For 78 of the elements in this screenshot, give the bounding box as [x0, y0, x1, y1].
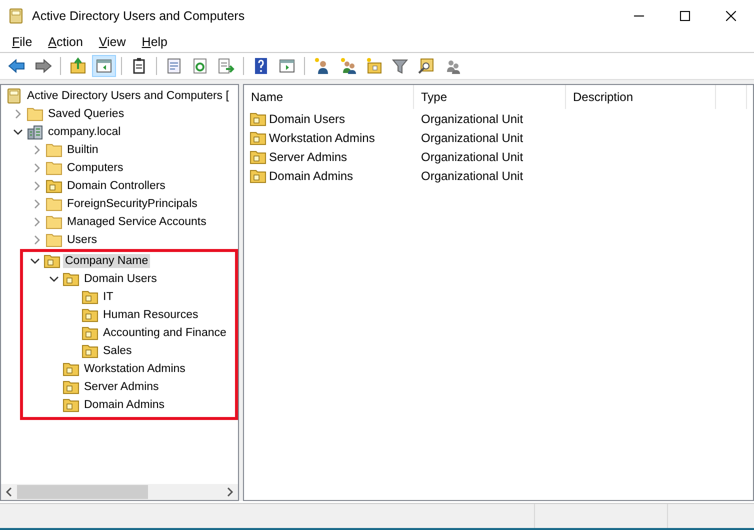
- ou-folder-icon: [63, 272, 79, 286]
- scroll-left-icon[interactable]: [5, 487, 13, 497]
- export-icon: [217, 57, 235, 75]
- ou-folder-icon: [250, 150, 266, 164]
- toolbar-console-tree-button[interactable]: [92, 55, 116, 77]
- folder-icon: [46, 233, 62, 247]
- tree-item[interactable]: Domain Admins: [82, 398, 167, 412]
- tree-item[interactable]: Domain Controllers: [65, 179, 168, 193]
- domain-icon: [27, 124, 43, 140]
- window-title: Active Directory Users and Computers: [32, 9, 245, 23]
- column-header[interactable]: Type: [414, 85, 566, 109]
- menu-item[interactable]: Help: [134, 35, 176, 49]
- new-user-icon: [313, 57, 331, 75]
- list-item-type: Organizational Unit: [420, 168, 524, 182]
- tree-item[interactable]: Domain Users: [82, 272, 159, 286]
- scroll-right-icon[interactable]: [226, 487, 234, 497]
- console-icon: [6, 88, 22, 104]
- new-group-icon: [339, 57, 357, 75]
- ou-folder-icon: [82, 344, 98, 358]
- console-tree-icon: [95, 57, 113, 75]
- tree-item[interactable]: Builtin: [65, 143, 100, 157]
- folder-icon: [27, 107, 43, 121]
- refresh-icon: [191, 57, 209, 75]
- filter-icon: [391, 57, 409, 75]
- list-item-type: Organizational Unit: [420, 130, 524, 144]
- tree-item[interactable]: Sales: [101, 344, 134, 358]
- list-item-type: Organizational Unit: [420, 150, 524, 164]
- close-icon: [726, 11, 736, 21]
- app-icon: [8, 8, 24, 24]
- properties-icon: [165, 57, 183, 75]
- tree-item[interactable]: Server Admins: [82, 380, 161, 394]
- help-icon: [252, 57, 270, 75]
- column-header[interactable]: Description: [566, 85, 716, 109]
- horizontal-scrollbar[interactable]: [1, 484, 238, 500]
- back-icon: [8, 57, 26, 75]
- scrollbar-thumb[interactable]: [17, 485, 148, 499]
- tree-item[interactable]: ForeignSecurityPrincipals: [65, 197, 200, 211]
- menu-item[interactable]: View: [90, 35, 134, 49]
- up-folder-icon: [69, 57, 87, 75]
- new-ou-icon: [365, 57, 383, 75]
- maximize-icon: [680, 11, 690, 21]
- ou-folder-icon: [63, 398, 79, 412]
- list-item-name[interactable]: Domain Users: [269, 112, 346, 126]
- folder-icon: [46, 197, 62, 211]
- ou-folder-icon: [82, 290, 98, 304]
- ou-folder-icon: [63, 362, 79, 376]
- folder-icon: [46, 215, 62, 229]
- tree-item[interactable]: Human Resources: [101, 308, 200, 322]
- forward-icon: [34, 57, 52, 75]
- ou-folder-icon: [44, 254, 60, 268]
- column-header[interactable]: Name: [244, 85, 414, 109]
- ou-folder-icon: [82, 326, 98, 340]
- ou-folder-icon: [250, 112, 266, 126]
- folder-icon: [46, 161, 62, 175]
- tree-item[interactable]: Managed Service Accounts: [65, 215, 208, 229]
- ou-folder-icon: [82, 308, 98, 322]
- find-icon: [417, 57, 435, 75]
- menu-item[interactable]: Action: [40, 35, 91, 49]
- tree-item[interactable]: company.local: [46, 125, 123, 139]
- list-item-name[interactable]: Workstation Admins: [269, 130, 375, 144]
- ou-folder-icon: [46, 179, 62, 193]
- tree-item[interactable]: Users: [65, 233, 100, 247]
- ou-folder-icon: [63, 380, 79, 394]
- folder-icon: [46, 143, 62, 157]
- menu-item[interactable]: File: [4, 35, 40, 49]
- tree-item[interactable]: Active Directory Users and Computers [: [25, 89, 231, 103]
- tree-item[interactable]: Computers: [65, 161, 126, 175]
- ou-folder-icon: [250, 168, 266, 182]
- action-pane-icon: [278, 57, 296, 75]
- tree-item[interactable]: Saved Queries: [46, 107, 126, 121]
- tree-item[interactable]: Workstation Admins: [82, 362, 188, 376]
- list-item-type: Organizational Unit: [420, 112, 524, 126]
- tree-item[interactable]: IT: [101, 290, 116, 304]
- tree-item[interactable]: Company Name: [63, 254, 150, 268]
- ou-folder-icon: [250, 130, 266, 144]
- list-item-name[interactable]: Server Admins: [269, 150, 348, 164]
- tree-item[interactable]: Accounting and Finance: [101, 326, 228, 340]
- list-item-name[interactable]: Domain Admins: [269, 168, 354, 182]
